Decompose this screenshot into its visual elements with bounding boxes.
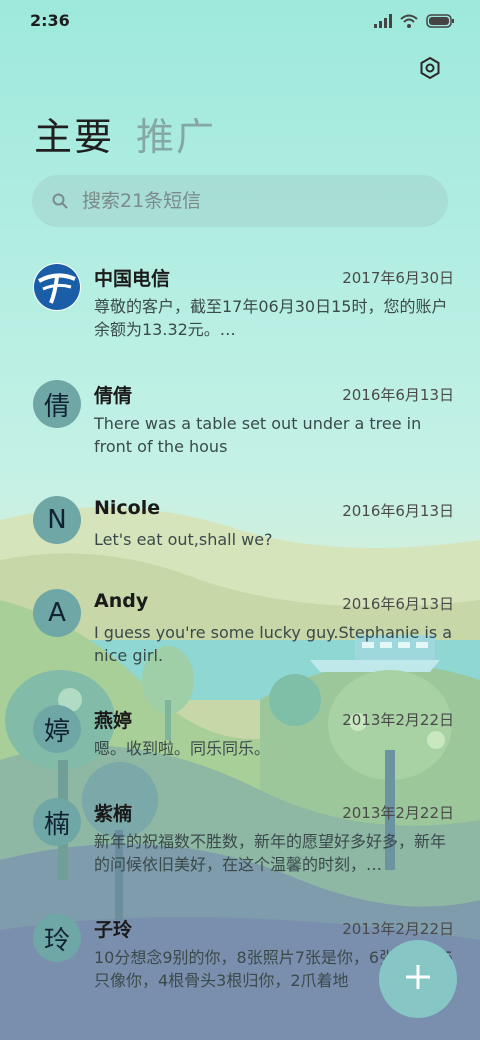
avatar: 楠	[33, 798, 81, 846]
sender-name: Nicole	[94, 497, 161, 519]
sender-name: Andy	[94, 590, 149, 612]
signal-icon	[374, 13, 392, 32]
message-preview: 尊敬的客户，截至17年06月30日15时，您的账户余额为13.32元。…	[94, 297, 448, 339]
avatar: A	[33, 589, 81, 637]
wifi-icon	[400, 13, 418, 32]
search-bar[interactable]	[32, 175, 448, 227]
status-time: 2:36	[30, 11, 70, 30]
message-date: 2013年2月22日	[342, 920, 454, 938]
message-preview: Let's eat out,shall we?	[94, 530, 273, 549]
sender-name: 紫楠	[94, 803, 133, 825]
message-preview: 新年的祝福数不胜数，新年的愿望好多好多，新年的问候依旧美好，在这个温馨的时刻，…	[94, 832, 447, 874]
sender-name: 燕婷	[94, 710, 133, 732]
message-date: 2017年6月30日	[342, 269, 454, 287]
tab-bar: 主要 推广	[34, 106, 216, 161]
tab-promotions[interactable]: 推广	[136, 106, 216, 161]
message-date: 2013年2月22日	[342, 804, 454, 822]
message-preview: 嗯。收到啦。同乐同乐。	[94, 739, 271, 758]
sender-name: 倩倩	[94, 385, 133, 407]
search-icon	[52, 192, 70, 210]
sender-name: 中国电信	[94, 268, 171, 290]
compose-button[interactable]	[379, 940, 457, 1018]
plus-icon	[404, 963, 432, 995]
message-preview: I guess you're some lucky guy.Stephanie …	[94, 623, 453, 665]
message-date: 2016年6月13日	[342, 386, 454, 404]
settings-button[interactable]	[412, 52, 448, 88]
sender-name: 子玲	[94, 919, 133, 941]
avatar: 婷	[33, 705, 81, 753]
message-preview: There was a table set out under a tree i…	[94, 414, 422, 456]
china-telecom-logo	[33, 263, 81, 311]
battery-icon	[426, 13, 454, 32]
avatar: 玲	[33, 914, 81, 962]
message-date: 2013年2月22日	[342, 711, 454, 729]
search-input[interactable]	[80, 189, 424, 213]
avatar: N	[33, 496, 81, 544]
message-date: 2016年6月13日	[342, 595, 454, 613]
avatar: 倩	[33, 380, 81, 428]
message-date: 2016年6月13日	[342, 502, 454, 520]
settings-icon	[418, 56, 442, 84]
status-bar: 2:36	[0, 0, 480, 40]
tab-primary[interactable]: 主要	[34, 106, 114, 161]
